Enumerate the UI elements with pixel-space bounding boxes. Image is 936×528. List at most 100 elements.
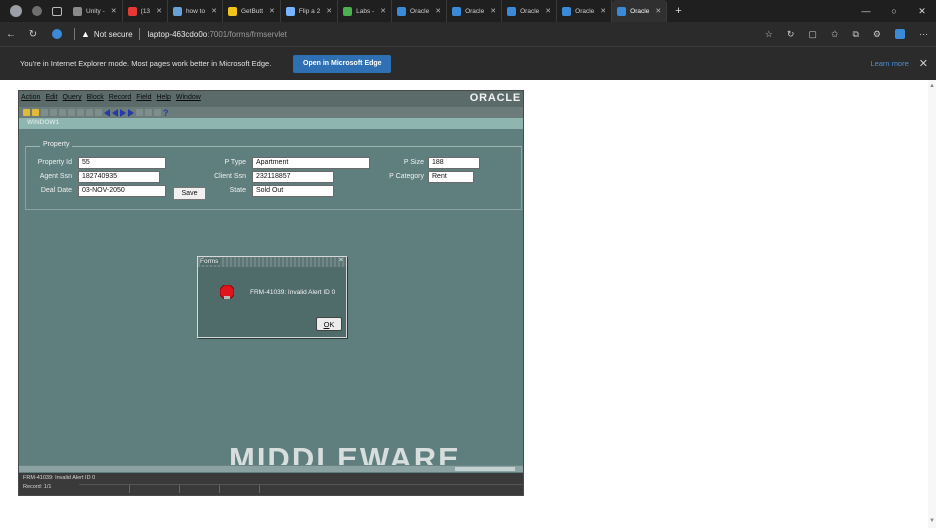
- browser-window: { "browser": { "tabs": [ {"label": "Unit…: [0, 0, 936, 528]
- previous-block-icon[interactable]: [104, 108, 110, 117]
- state-field[interactable]: Sold Out: [252, 185, 334, 197]
- help-icon[interactable]: ?: [163, 108, 169, 118]
- browser-tab[interactable]: Oracle ✕: [557, 0, 613, 22]
- menu-item-block[interactable]: Block: [87, 94, 104, 101]
- print-icon[interactable]: [32, 109, 39, 116]
- page-vertical-scrollbar[interactable]: ▲ ▼: [928, 80, 936, 528]
- new-tab-button[interactable]: +: [667, 5, 689, 17]
- workspaces-icon[interactable]: [32, 6, 42, 16]
- cut-icon[interactable]: [50, 109, 57, 116]
- tab-label: (13: [140, 7, 151, 15]
- address-bar-actions: ☆ ↻ ▢ ✩ ⧉ ⚙ ⋯: [765, 29, 936, 40]
- browser-tab[interactable]: GetButt ✕: [223, 0, 281, 22]
- client-ssn-field[interactable]: 232118857: [252, 171, 334, 183]
- browser-tab[interactable]: Unity - ✕: [68, 0, 123, 22]
- enter-query-icon[interactable]: [77, 109, 84, 116]
- not-secure-label[interactable]: Not secure: [94, 30, 133, 39]
- browser-tab[interactable]: Oracle ✕: [447, 0, 503, 22]
- exit-icon[interactable]: [41, 109, 48, 116]
- tab-strip: Unity - ✕ (13 ✕ how to ✕ GetButt ✕ Flip a 2 ✕ Labs…: [0, 0, 936, 22]
- deal-date-field[interactable]: 03-NOV-2050: [78, 185, 166, 197]
- tab-close-icon[interactable]: ✕: [269, 7, 275, 15]
- tab-label: Oracle: [465, 7, 485, 15]
- ie-mode-icon[interactable]: [52, 29, 62, 39]
- lock-record-icon[interactable]: [154, 109, 161, 116]
- tab-favicon-icon: [452, 6, 462, 16]
- scroll-up-icon[interactable]: ▲: [929, 83, 935, 89]
- browser-tab[interactable]: how to ✕: [168, 0, 223, 22]
- scroll-down-icon[interactable]: ▼: [929, 518, 935, 524]
- p-type-label: P Type: [224, 159, 246, 166]
- minimize-button[interactable]: —: [852, 6, 880, 16]
- remove-record-icon[interactable]: [145, 109, 152, 116]
- tab-close-icon[interactable]: ✕: [600, 7, 606, 15]
- ok-button[interactable]: OK: [316, 317, 342, 331]
- browser-tab[interactable]: Oracle ✕: [502, 0, 558, 22]
- tab-close-icon[interactable]: ✕: [326, 7, 332, 15]
- more-options-icon[interactable]: ⋯: [919, 29, 928, 40]
- horizontal-scrollbar[interactable]: [19, 465, 523, 472]
- insert-record-icon[interactable]: [136, 109, 143, 116]
- maximize-button[interactable]: ○: [880, 6, 908, 16]
- close-window-button[interactable]: ✕: [908, 6, 936, 17]
- refresh-button[interactable]: ↻: [22, 29, 44, 40]
- tab-close-icon[interactable]: ✕: [380, 7, 386, 15]
- close-ie-bar-icon[interactable]: ✕: [919, 57, 928, 70]
- browser-tab[interactable]: Labs - ✕: [338, 0, 393, 22]
- browser-tab[interactable]: Oracle ✕: [612, 0, 668, 22]
- profile-icon[interactable]: [10, 5, 22, 17]
- tab-close-icon[interactable]: ✕: [211, 7, 217, 15]
- next-block-icon[interactable]: [128, 108, 134, 117]
- tab-label: Unity -: [86, 7, 105, 15]
- next-record-icon[interactable]: [120, 108, 126, 117]
- dialog-close-icon[interactable]: ×: [339, 257, 343, 264]
- menu-item-edit[interactable]: Edit: [45, 94, 57, 101]
- menu-item-window[interactable]: Window: [176, 94, 201, 101]
- paste-icon[interactable]: [68, 109, 75, 116]
- menu-item-action[interactable]: Action: [21, 94, 40, 101]
- previous-record-icon[interactable]: [112, 108, 118, 117]
- browser-tab[interactable]: Flip a 2 ✕: [281, 0, 339, 22]
- tab-close-icon[interactable]: ✕: [111, 7, 117, 15]
- p-category-field[interactable]: Rent: [428, 171, 474, 183]
- menu-item-field[interactable]: Field: [136, 94, 151, 101]
- dialog-title-bar: Forms ×: [198, 257, 346, 267]
- ie-mode-bar: You're in Internet Explorer mode. Most p…: [0, 46, 936, 80]
- tab-label: GetButt: [240, 7, 264, 15]
- tab-close-icon[interactable]: ✕: [490, 7, 496, 15]
- url-path: :7001/forms/frmservlet: [207, 29, 287, 39]
- menu-item-help[interactable]: Help: [156, 94, 170, 101]
- menu-list: Action Edit Query Block Record Field Help Windo…: [19, 94, 201, 101]
- tab-close-icon[interactable]: ✕: [655, 7, 661, 15]
- split-screen-icon[interactable]: ▢: [808, 29, 817, 40]
- tab-close-icon[interactable]: ✕: [156, 7, 162, 15]
- agent-ssn-field[interactable]: 182740935: [78, 171, 160, 183]
- open-in-edge-button[interactable]: Open in Microsoft Edge: [293, 54, 392, 73]
- scrollbar-thumb[interactable]: [455, 467, 515, 471]
- learn-more-link[interactable]: Learn more: [870, 59, 908, 68]
- tab-actions-icon[interactable]: [52, 6, 62, 16]
- collections-icon[interactable]: ⧉: [852, 29, 858, 40]
- favorites-icon[interactable]: ✩: [831, 29, 839, 40]
- copy-icon[interactable]: [59, 109, 66, 116]
- property-id-field[interactable]: 55: [78, 157, 166, 169]
- favorite-star-icon[interactable]: ☆: [765, 29, 773, 40]
- copilot-icon[interactable]: [895, 29, 905, 39]
- tab-close-icon[interactable]: ✕: [545, 7, 551, 15]
- url-field[interactable]: laptop-463cdo0o:7001/forms/frmservlet: [148, 30, 287, 39]
- extensions-icon[interactable]: ⚙: [873, 29, 881, 40]
- menu-item-record[interactable]: Record: [109, 94, 132, 101]
- refresh-ie-icon[interactable]: ↻: [787, 29, 795, 40]
- browser-tab[interactable]: (13 ✕: [123, 0, 168, 22]
- p-size-field[interactable]: 188: [428, 157, 480, 169]
- status-message: FRM-41039: Invalid Alert ID 0: [23, 475, 96, 481]
- window-controls: — ○ ✕: [852, 0, 936, 22]
- p-type-field[interactable]: Apartment: [252, 157, 370, 169]
- cancel-query-icon[interactable]: [95, 109, 102, 116]
- save-icon[interactable]: [23, 109, 30, 116]
- menu-item-query[interactable]: Query: [63, 94, 82, 101]
- tab-close-icon[interactable]: ✕: [435, 7, 441, 15]
- browser-tab[interactable]: Oracle ✕: [392, 0, 448, 22]
- execute-query-icon[interactable]: [86, 109, 93, 116]
- back-button[interactable]: ←: [0, 29, 22, 40]
